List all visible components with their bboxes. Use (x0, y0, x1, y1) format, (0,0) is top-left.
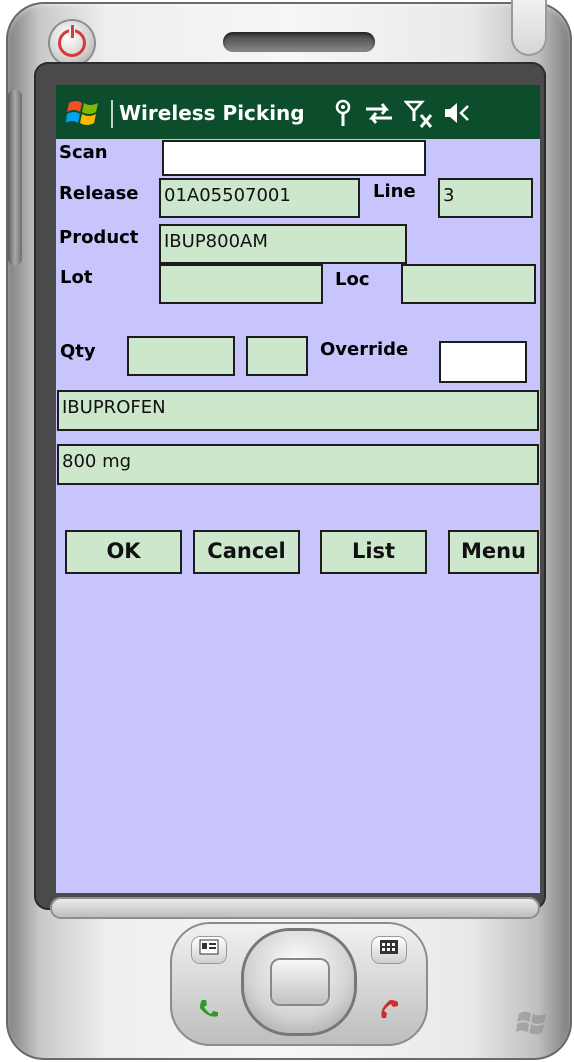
side-button[interactable] (8, 90, 22, 265)
antenna-icon[interactable] (332, 98, 354, 128)
sync-arrows-icon[interactable] (362, 98, 396, 128)
power-icon (58, 25, 86, 57)
lot-field[interactable] (159, 264, 323, 304)
product-field[interactable]: IBUP800AM (159, 224, 407, 264)
description-line-1: IBUPROFEN (57, 390, 539, 431)
screen: Wireless Picking Scan Release 01A0550700… (56, 85, 540, 893)
calendar-key-icon[interactable] (372, 937, 406, 963)
line-field[interactable]: 3 (438, 178, 533, 218)
scan-label: Scan (59, 142, 108, 163)
loc-label: Loc (335, 269, 370, 290)
cancel-button[interactable]: Cancel (193, 530, 300, 574)
ok-button[interactable]: OK (65, 530, 182, 574)
power-button[interactable] (50, 21, 94, 65)
title-separator (111, 100, 113, 128)
release-field[interactable]: 01A05507001 (159, 178, 360, 218)
lot-label: Lot (60, 267, 93, 288)
override-label: Override (320, 339, 409, 360)
description-line-2: 800 mg (57, 444, 539, 485)
qty-field[interactable] (127, 336, 235, 376)
title-bar: Wireless Picking (56, 85, 540, 139)
line-label: Line (373, 181, 416, 202)
menu-button[interactable]: Menu (448, 530, 539, 574)
product-label: Product (59, 227, 139, 248)
override-input[interactable] (439, 341, 527, 383)
release-label: Release (59, 183, 139, 204)
app-title: Wireless Picking (119, 101, 305, 125)
list-button[interactable]: List (320, 530, 427, 574)
status-area (332, 95, 472, 131)
action-button[interactable] (272, 960, 328, 1004)
qty-unit-field[interactable] (246, 336, 308, 376)
speaker-volume-icon[interactable] (442, 98, 472, 128)
softkey-bar[interactable] (50, 897, 540, 919)
windows-start-icon[interactable] (66, 97, 100, 129)
stylus-slot (511, 0, 547, 56)
windows-logo-icon (516, 1011, 547, 1035)
contacts-key-icon[interactable] (192, 937, 226, 963)
earpiece-speaker (223, 32, 375, 52)
loc-field[interactable] (401, 264, 536, 304)
qty-label: Qty (60, 341, 96, 362)
scan-input[interactable] (162, 140, 426, 176)
call-green-icon[interactable] (192, 997, 226, 1023)
end-call-red-icon[interactable] (372, 997, 406, 1023)
signal-off-icon[interactable] (404, 97, 434, 129)
